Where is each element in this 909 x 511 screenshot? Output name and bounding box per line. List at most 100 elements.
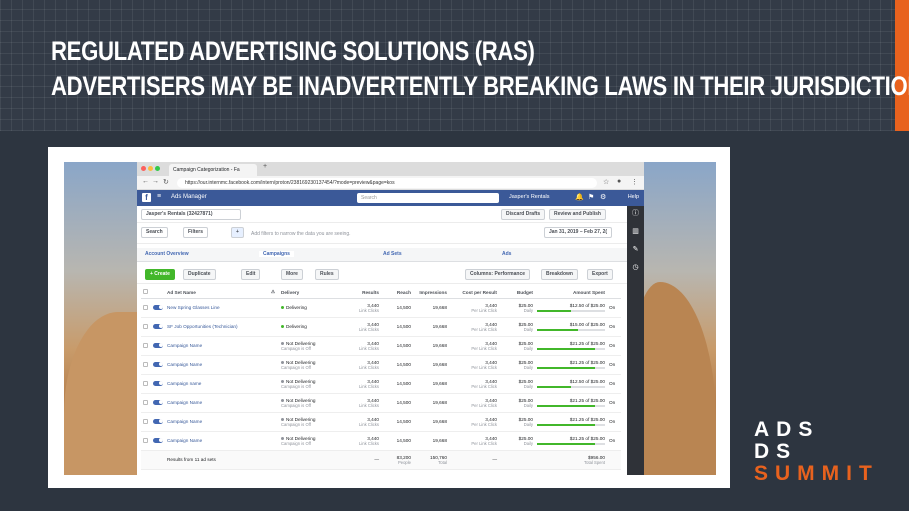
column-ad-set-name[interactable]: Ad Set Name xyxy=(165,287,269,299)
row-toggle[interactable] xyxy=(151,336,165,356)
amount-spent-cell: $12.50 of $25.00 xyxy=(535,374,607,394)
row-toggle[interactable] xyxy=(151,298,165,318)
more-button[interactable]: More xyxy=(281,269,303,280)
row-toggle[interactable] xyxy=(151,317,165,337)
row-checkbox[interactable] xyxy=(141,431,151,451)
tab-campaigns[interactable]: Campaigns xyxy=(259,251,294,257)
ads-ds-summit-logo: ADS DS SUMMIT xyxy=(754,419,879,485)
row-checkbox[interactable] xyxy=(141,336,151,356)
close-window-button[interactable] xyxy=(141,166,146,171)
ad-set-name-link[interactable]: Campaign Name xyxy=(165,431,269,451)
table-row[interactable]: New Spring Glasses Line Delivering 3,440 Li… xyxy=(141,298,621,318)
help-link[interactable]: Help xyxy=(628,194,639,200)
rules-button[interactable]: Rules xyxy=(315,269,339,280)
table-row[interactable]: Campaign name Not Delivering Campaign is O… xyxy=(141,374,621,394)
table-row[interactable]: SF Job Opportunities (Technician) Deliver… xyxy=(141,317,621,337)
column-cost-per-result[interactable]: Cost per Result xyxy=(449,287,499,299)
table-row[interactable]: Campaign Name Not Delivering Campaign is O… xyxy=(141,412,621,432)
date-range-picker[interactable]: Jan 31, 2019 – Feb 27, 2( xyxy=(544,227,613,238)
ads-manager-title: Ads Manager xyxy=(171,194,207,200)
row-toggle[interactable] xyxy=(151,374,165,394)
column-results[interactable]: Results xyxy=(339,287,381,299)
table-row[interactable]: Campaign Name Not Delivering Campaign is O… xyxy=(141,393,621,413)
ad-set-name-link[interactable]: Campaign Name xyxy=(165,393,269,413)
amount-spent-cell: $21.25 of $25.00 xyxy=(535,431,607,451)
right-side-rail: ⓘ ▥ ✎ ◷ xyxy=(627,206,644,475)
budget-cell: $25.00 Daily xyxy=(499,336,535,356)
spent-progress-bar xyxy=(537,424,605,426)
minimize-window-button[interactable] xyxy=(148,166,153,171)
filters-button[interactable]: Filters xyxy=(183,227,209,238)
profile-icon[interactable]: ● xyxy=(617,178,621,185)
ad-set-name-link[interactable]: Campaign name xyxy=(165,374,269,394)
column-delivery[interactable]: Delivery xyxy=(279,287,339,299)
row-toggle[interactable] xyxy=(151,393,165,413)
table-row[interactable]: Campaign Name Not Delivering Campaign is O… xyxy=(141,336,621,356)
delivery-cell: Not Delivering Campaign is Off xyxy=(279,393,339,413)
delivery-status-dot xyxy=(281,398,284,402)
impressions-cell: 19,668 xyxy=(413,336,449,356)
totals-reach: 83,200 People xyxy=(381,450,413,470)
chart-icon[interactable]: ▥ xyxy=(631,227,640,236)
export-button[interactable]: Export xyxy=(587,269,613,280)
back-icon[interactable]: ← xyxy=(142,178,149,185)
column-amount-spent[interactable]: Amount Spent xyxy=(535,287,607,299)
row-checkbox[interactable] xyxy=(141,393,151,413)
columns-button[interactable]: Columns: Performance xyxy=(465,269,531,280)
ad-set-name-link[interactable]: New Spring Glasses Line xyxy=(165,298,269,318)
maximize-window-button[interactable] xyxy=(155,166,160,171)
search-button[interactable]: Search xyxy=(141,227,168,238)
reload-icon[interactable]: ↻ xyxy=(163,178,169,186)
notifications-bell-icon[interactable]: 🔔 xyxy=(575,193,584,201)
account-switcher[interactable]: Jasper's Rentals xyxy=(509,194,550,200)
filter-toolbar: Search Filters + Add filters to narrow t… xyxy=(137,224,627,244)
address-bar[interactable]: https://our.internmc.facebook.com/intern… xyxy=(177,178,597,188)
account-select[interactable]: Jasper's Rentals (32427871) xyxy=(141,209,241,220)
amount-spent-cell: $21.25 of $25.00 xyxy=(535,412,607,432)
add-filter-button[interactable]: + xyxy=(231,227,244,238)
ad-set-name-link[interactable]: Campaign Name xyxy=(165,355,269,375)
duplicate-button[interactable]: Duplicate xyxy=(183,269,216,280)
column-budget[interactable]: Budget xyxy=(499,287,535,299)
new-tab-button[interactable]: + xyxy=(263,163,267,170)
info-icon[interactable]: ⓘ xyxy=(631,209,640,218)
row-checkbox[interactable] xyxy=(141,317,151,337)
browser-menu-icon[interactable]: ⋮ xyxy=(631,178,638,186)
flag-icon[interactable]: ⚑ xyxy=(588,193,594,201)
create-button[interactable]: + Create xyxy=(145,269,175,280)
row-checkbox[interactable] xyxy=(141,298,151,318)
column-impressions[interactable]: Impressions xyxy=(413,287,449,299)
ad-set-name-link[interactable]: Campaign Name xyxy=(165,412,269,432)
row-checkbox[interactable] xyxy=(141,412,151,432)
overflow-cell: On xyxy=(607,298,621,318)
facebook-logo[interactable]: f xyxy=(142,193,151,202)
table-row[interactable]: Campaign Name Not Delivering Campaign is O… xyxy=(141,431,621,451)
column-reach[interactable]: Reach xyxy=(381,287,413,299)
row-toggle[interactable] xyxy=(151,431,165,451)
select-all-checkbox[interactable] xyxy=(141,287,151,299)
results-cell: 3,440 Link Clicks xyxy=(339,412,381,432)
topbar-search-input[interactable]: Search xyxy=(357,193,499,203)
browser-tab[interactable]: Campaign Categorization - Fa xyxy=(169,164,257,176)
ad-set-name-link[interactable]: SF Job Opportunities (Technician) xyxy=(165,317,269,337)
pencil-icon[interactable]: ✎ xyxy=(631,245,640,254)
amount-spent-cell: $21.25 of $25.00 xyxy=(535,393,607,413)
clock-icon[interactable]: ◷ xyxy=(631,263,640,272)
row-toggle[interactable] xyxy=(151,355,165,375)
bookmark-star-icon[interactable]: ☆ xyxy=(603,178,609,186)
tab-ad-sets[interactable]: Ad Sets xyxy=(383,251,402,257)
breakdown-button[interactable]: Breakdown xyxy=(541,269,578,280)
table-row[interactable]: Campaign Name Not Delivering Campaign is O… xyxy=(141,355,621,375)
tab-account-overview[interactable]: Account Overview xyxy=(145,251,189,257)
forward-icon[interactable]: → xyxy=(152,178,159,185)
hamburger-menu-icon[interactable]: ≡ xyxy=(157,193,161,200)
settings-gear-icon[interactable]: ⚙ xyxy=(600,193,606,201)
tab-ads[interactable]: Ads xyxy=(502,251,511,257)
review-publish-button[interactable]: Review and Publish xyxy=(549,209,606,220)
row-toggle[interactable] xyxy=(151,412,165,432)
row-checkbox[interactable] xyxy=(141,374,151,394)
ad-set-name-link[interactable]: Campaign Name xyxy=(165,336,269,356)
row-checkbox[interactable] xyxy=(141,355,151,375)
discard-drafts-button[interactable]: Discard Drafts xyxy=(501,209,546,220)
edit-button[interactable]: Edit xyxy=(241,269,261,280)
